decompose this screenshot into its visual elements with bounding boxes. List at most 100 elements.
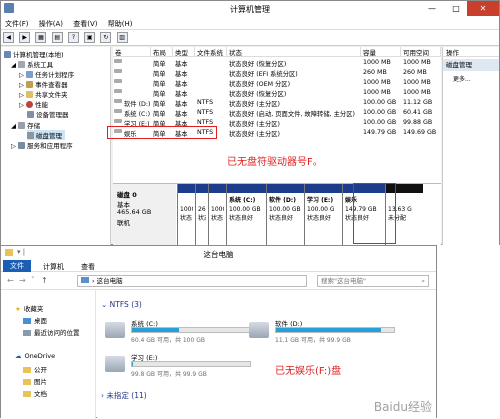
tab-computer[interactable]: 计算机	[43, 262, 64, 272]
partition-bar	[305, 184, 342, 193]
sidebar-public[interactable]: 公开	[23, 364, 47, 374]
drive-icon	[105, 356, 125, 372]
volume-capacity: 1000 MB	[363, 79, 391, 86]
partition-text: 100C	[211, 206, 224, 213]
performance-icon	[26, 101, 34, 108]
tree-item-disk-management[interactable]: 磁盘管理	[27, 130, 65, 140]
sidebar-favorites[interactable]: ★ 收藏夹	[15, 303, 43, 313]
column-free[interactable]: 可用空间	[401, 47, 441, 57]
recent-dropdown-icon[interactable]: ˅	[31, 276, 35, 284]
actions-disk-management[interactable]: 磁盘管理	[443, 59, 499, 71]
partition-text: 100.00 GB	[229, 206, 261, 213]
tree-item-event-viewer[interactable]: ▷ 事件查看器	[19, 79, 68, 89]
back-icon[interactable]: ◀	[3, 32, 14, 43]
column-type[interactable]: 类型	[173, 47, 195, 57]
partition-block[interactable]: 1000 状态	[177, 184, 195, 246]
folder-icon	[23, 379, 31, 385]
partition-text: 状态	[198, 215, 206, 222]
annotation-no-f-drive: 已无娱乐(F:)盘	[275, 366, 342, 377]
menu-action[interactable]: 操作(A)	[35, 17, 67, 31]
tree-item-shared-folders[interactable]: ▷ 共享文件夹	[19, 89, 68, 99]
disk-0-info[interactable]: 磁盘 0 基本 465.64 GB 联机	[113, 184, 176, 246]
tab-view[interactable]: 查看	[81, 262, 95, 272]
volume-row[interactable]: 系统 (C:) 简单 基本 NTFS 状态良好 (启动, 页面文件, 故障转储, 主分区…	[113, 109, 441, 118]
menu-file[interactable]: 文件(F)	[1, 17, 33, 31]
drive-e[interactable]: 学习 (E:) 99.8 GB 可用，共 99.9 GB	[105, 352, 265, 384]
more-actions-link[interactable]: 更多...	[453, 74, 471, 83]
close-button[interactable]: ✕	[467, 1, 499, 16]
maximize-button[interactable]: □	[445, 1, 467, 16]
device-icon	[27, 111, 34, 118]
column-status[interactable]: 状态	[227, 47, 361, 57]
partition-block[interactable]: 系统 (C:) 100.00 GB 状态良好	[226, 184, 266, 246]
refresh-icon[interactable]: ↻	[100, 32, 112, 43]
forward-arrow-icon[interactable]: →	[19, 276, 26, 285]
up-icon[interactable]: ▦	[35, 32, 47, 43]
volume-row[interactable]: 简单 基本 状态良好 (OEM 分区) 1000 MB 1000 MB	[113, 79, 441, 88]
tree-item-services[interactable]: ▷ 服务和应用程序	[11, 140, 73, 150]
drive-c[interactable]: 系统 (C:) 60.4 GB 可用，共 100 GB	[105, 318, 265, 350]
column-layout[interactable]: 布局	[151, 47, 173, 57]
tree-item-storage[interactable]: ◢ 存储	[11, 120, 40, 130]
usage-bar	[275, 327, 395, 333]
volume-icon	[114, 79, 122, 83]
address-path: 这台电脑	[96, 277, 123, 285]
partition-block[interactable]: 260 状态	[195, 184, 208, 246]
help-icon[interactable]: ?	[67, 32, 79, 43]
menu-help[interactable]: 帮助(H)	[104, 17, 137, 31]
actions-pane: 操作 磁盘管理 更多...	[442, 47, 499, 245]
toolbar: ◀ ▶ ▦ ▤ ? ▣ ↻ ▥	[1, 30, 499, 46]
volume-row[interactable]: 简单 基本 状态良好 (EFI 系统分区) 260 MB 260 MB	[113, 69, 441, 78]
group-unspecified[interactable]: › 未指定 (11)	[101, 390, 147, 401]
export-icon[interactable]: ▥	[116, 32, 128, 43]
drive-size: 60.4 GB 可用，共 100 GB	[131, 337, 205, 344]
volume-type: 基本	[175, 101, 188, 108]
tree-item-device-manager[interactable]: 设备管理器	[27, 109, 69, 119]
view-icon[interactable]: ▣	[84, 32, 96, 43]
column-filesystem[interactable]: 文件系统	[195, 47, 227, 57]
volume-name: 系统 (C:)	[124, 111, 151, 118]
volume-filesystem: NTFS	[197, 99, 214, 106]
forward-icon[interactable]: ▶	[19, 32, 31, 43]
volume-filesystem: NTFS	[197, 109, 214, 116]
tree-item-root[interactable]: 计算机管理(本地)	[4, 49, 64, 59]
volume-layout: 简单	[153, 91, 166, 98]
tree-item-system-tools[interactable]: ◢ 系统工具	[11, 59, 53, 69]
volume-icon	[114, 99, 122, 103]
properties-icon[interactable]: ▤	[51, 32, 63, 43]
tree-item-task-scheduler[interactable]: ▷ 任务计划程序	[19, 69, 74, 79]
address-bar[interactable]: › 这台电脑	[77, 275, 307, 287]
back-arrow-icon[interactable]: ←	[7, 276, 14, 285]
partition-block[interactable]: 软件 (D:) 100.00 GB 状态良好	[266, 184, 304, 246]
sidebar-desktop[interactable]: 桌面	[23, 315, 47, 325]
drive-icon	[249, 322, 269, 338]
column-capacity[interactable]: 容量	[361, 47, 401, 57]
volume-status: 状态良好 (EFI 系统分区)	[229, 71, 298, 78]
partition-bar	[267, 184, 304, 193]
tab-file[interactable]: 文件	[3, 260, 31, 272]
folder-icon	[23, 367, 31, 373]
volume-row[interactable]: 简单 基本 状态良好 (恢复分区) 1000 MB 1000 MB	[113, 89, 441, 98]
volume-row[interactable]: 简单 基本 状态良好 (恢复分区) 1000 MB 1000 MB	[113, 59, 441, 68]
search-box[interactable]: 搜索"这台电脑" ⌕	[317, 275, 429, 287]
sidebar-documents[interactable]: 文档	[23, 388, 47, 398]
minimize-button[interactable]: —	[421, 1, 443, 16]
sidebar-pictures[interactable]: 图片	[23, 376, 47, 386]
up-arrow-icon[interactable]: ↑	[41, 276, 48, 285]
storage-icon	[18, 122, 26, 129]
menu-view[interactable]: 查看(V)	[69, 17, 101, 31]
partition-block[interactable]: 100C 状态	[208, 184, 226, 246]
partition-text: 状态	[180, 215, 193, 222]
drive-d[interactable]: 软件 (D:) 11.1 GB 可用，共 99.9 GB	[249, 318, 409, 350]
sidebar-recent[interactable]: 最近访问的位置	[23, 327, 80, 337]
volume-free: 1000 MB	[403, 79, 431, 86]
volume-status: 状态良好 (恢复分区)	[229, 61, 287, 68]
column-volume[interactable]: 卷	[113, 47, 151, 57]
volume-row[interactable]: 软件 (D:) 简单 基本 NTFS 状态良好 (主分区) 100.00 GB 11.12 …	[113, 99, 441, 108]
explorer-title: 这台电脑	[203, 250, 234, 259]
group-ntfs[interactable]: ⌄ NTFS (3)	[101, 300, 142, 309]
sidebar-onedrive[interactable]: ☁ OneDrive	[15, 352, 55, 360]
tree-item-performance[interactable]: ▷ 性能	[19, 99, 48, 109]
partition-block[interactable]: 学习 (E:) 100.00 G 状态良好	[304, 184, 342, 246]
volume-status: 状态良好 (OEM 分区)	[229, 81, 291, 88]
